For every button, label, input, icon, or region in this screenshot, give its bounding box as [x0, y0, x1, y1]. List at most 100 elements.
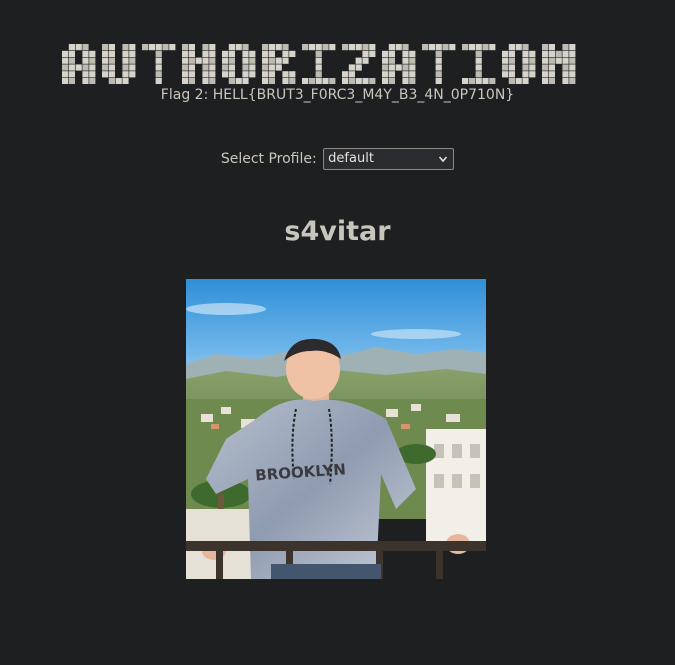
title-block — [82, 78, 89, 84]
title-block — [388, 71, 395, 78]
title-block — [442, 44, 449, 51]
title-block — [102, 71, 109, 78]
title-block — [249, 50, 256, 57]
title-block — [302, 78, 309, 84]
profile-select[interactable]: default — [323, 148, 455, 170]
title-block — [322, 44, 329, 51]
title-block — [502, 57, 509, 64]
title-block — [409, 71, 416, 78]
title-block — [402, 57, 409, 64]
title-block — [468, 44, 475, 51]
title-block — [155, 50, 162, 57]
title-block — [202, 64, 209, 71]
title-block — [102, 64, 109, 71]
title-block — [548, 71, 555, 78]
title-block — [108, 44, 115, 51]
title-block — [209, 57, 216, 64]
title-block — [235, 44, 242, 51]
title-block — [242, 71, 249, 78]
title-block — [382, 50, 389, 57]
title-block — [68, 50, 75, 57]
profile-select-value: default — [328, 151, 374, 166]
title-block — [75, 44, 82, 51]
title-block — [569, 44, 576, 51]
title-block — [182, 71, 189, 78]
title-block — [62, 50, 69, 57]
title-block — [62, 64, 69, 71]
title-block — [329, 78, 336, 84]
title-block — [342, 44, 349, 51]
title-block — [562, 64, 569, 71]
title-block — [355, 57, 362, 64]
title-block — [282, 44, 289, 51]
title-block — [222, 50, 229, 57]
title-block — [142, 44, 149, 51]
title-block — [268, 71, 275, 78]
title-block — [89, 71, 96, 78]
title-block — [562, 44, 569, 51]
title-block — [522, 50, 529, 57]
title-block — [262, 57, 269, 64]
profile-label: Select Profile: — [220, 151, 317, 167]
title-block — [562, 71, 569, 78]
title-block — [348, 78, 355, 84]
title-block — [122, 78, 129, 84]
title-block — [195, 57, 202, 64]
title-block — [182, 57, 189, 64]
title-block — [202, 44, 209, 51]
title-logo — [62, 44, 610, 84]
title-block — [508, 44, 515, 51]
title-block — [282, 50, 289, 57]
title-block — [68, 57, 75, 64]
title-block — [275, 64, 282, 71]
title-block — [235, 78, 242, 84]
title-block — [395, 44, 402, 51]
title-block — [428, 44, 435, 51]
title-block — [68, 71, 75, 78]
title-block — [395, 64, 402, 71]
title-block — [188, 71, 195, 78]
title-block — [475, 44, 482, 51]
title-block — [388, 78, 395, 84]
title-block — [188, 57, 195, 64]
title-block — [282, 57, 289, 64]
title-block — [329, 44, 336, 51]
title-block — [242, 44, 249, 51]
title-block — [548, 57, 555, 64]
title-block — [262, 78, 269, 84]
title-block — [342, 78, 349, 84]
title-block — [155, 57, 162, 64]
title-block — [562, 57, 569, 64]
title-block — [242, 57, 249, 64]
title-block — [529, 50, 536, 57]
title-block — [228, 44, 235, 51]
title-block — [362, 78, 369, 84]
title-block — [542, 44, 549, 51]
title-block — [369, 78, 376, 84]
title-block — [435, 78, 442, 84]
title-block — [548, 50, 555, 57]
title-block — [209, 78, 216, 84]
title-block — [242, 78, 249, 84]
title-block — [515, 44, 522, 51]
title-block — [209, 71, 216, 78]
title-block — [435, 57, 442, 64]
title-block — [489, 44, 496, 51]
title-block — [502, 50, 509, 57]
username-heading: s4vitar — [284, 216, 391, 247]
title-block — [475, 64, 482, 71]
title-block — [409, 64, 416, 71]
title-block — [435, 50, 442, 57]
title-block — [348, 64, 355, 71]
title-block — [388, 57, 395, 64]
title-block — [268, 44, 275, 51]
title-block — [268, 50, 275, 57]
title-block — [508, 78, 515, 84]
title-block — [569, 78, 576, 84]
title-block — [555, 57, 562, 64]
title-block — [129, 50, 136, 57]
title-block — [562, 50, 569, 57]
title-block — [102, 44, 109, 51]
title-block — [262, 50, 269, 57]
title-block — [122, 44, 129, 51]
